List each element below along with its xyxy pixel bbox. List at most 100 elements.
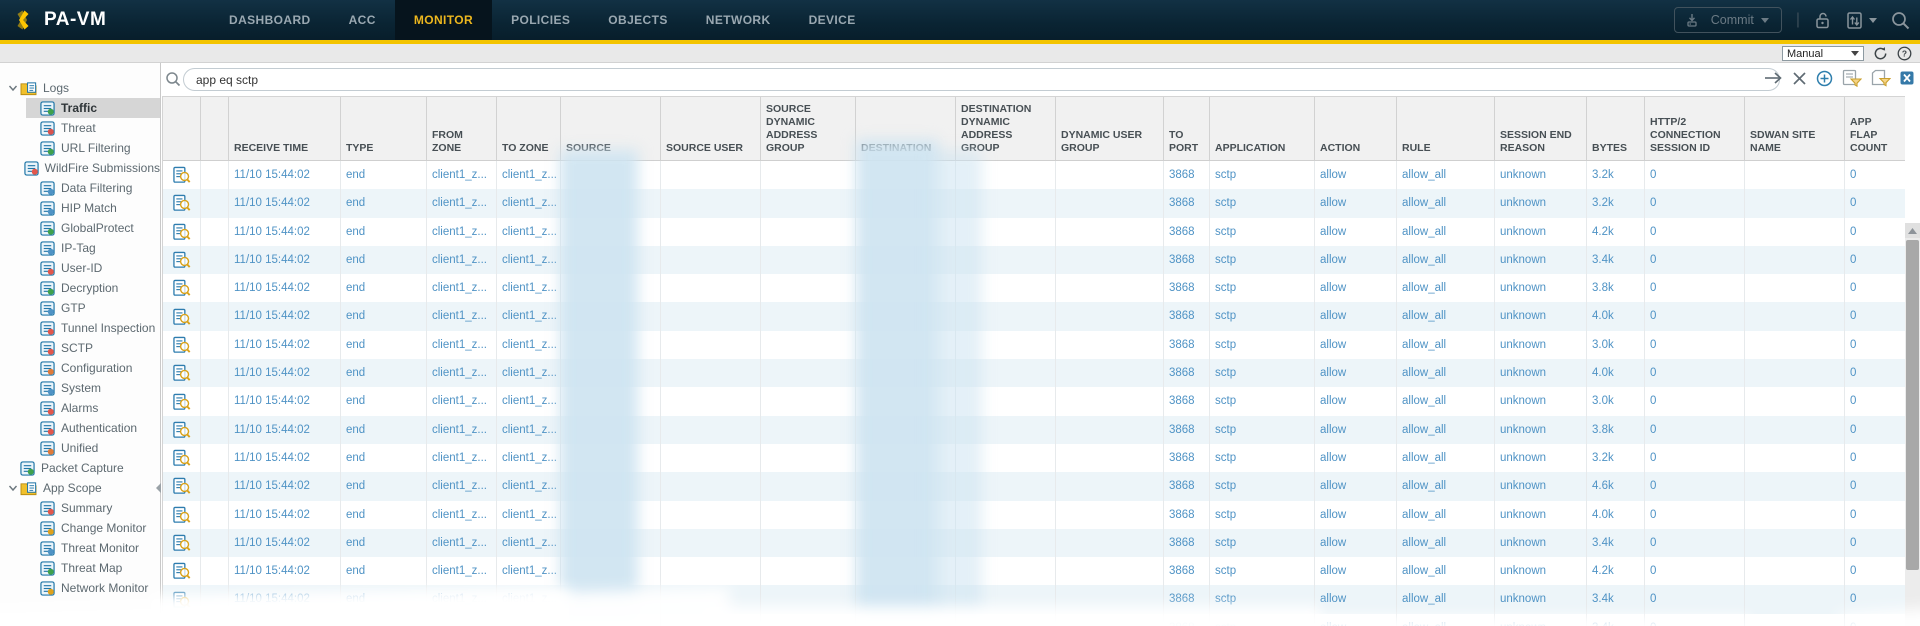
column-header-source-user[interactable]: SOURCE USER — [661, 97, 761, 160]
column-header-action[interactable]: ACTION — [1315, 97, 1397, 160]
column-header-from-zone[interactable]: FROM ZONE — [427, 97, 497, 160]
nav-item-policies[interactable]: POLICIES — [492, 0, 589, 40]
sidebar-item-app-scope[interactable]: App Scope — [0, 478, 160, 498]
log-detail-icon[interactable] — [172, 534, 191, 552]
column-header-source-dag[interactable]: SOURCE DYNAMIC ADDRESS GROUP — [761, 97, 856, 160]
sidebar-item-tunnel-inspection[interactable]: Tunnel Inspection — [0, 318, 160, 338]
log-detail-icon[interactable] — [172, 194, 191, 212]
nav-item-dashboard[interactable]: DASHBOARD — [210, 0, 330, 40]
scroll-up-icon[interactable] — [1905, 223, 1920, 238]
log-detail-icon[interactable] — [172, 308, 191, 326]
sidebar-item-wildfire-submissions[interactable]: WildFire Submissions — [0, 158, 160, 178]
log-detail-icon[interactable] — [172, 336, 191, 354]
log-table-row[interactable]: 11/10 15:44:02endclient1_z...client1_z..… — [163, 359, 1905, 388]
load-filter-icon[interactable] — [1871, 69, 1891, 87]
sidebar-item-globalprotect[interactable]: GlobalProtect — [0, 218, 160, 238]
column-header-flags[interactable] — [201, 97, 229, 160]
refresh-mode-select[interactable]: Manual — [1782, 46, 1864, 61]
sidebar-item-packet-capture[interactable]: Packet Capture — [0, 458, 160, 478]
log-table-row[interactable]: 11/10 15:44:02endclient1_z...client1_z..… — [163, 557, 1905, 586]
column-header-app-flap-count[interactable]: APP FLAP COUNT — [1845, 97, 1905, 160]
log-table-row[interactable]: 11/10 15:44:02endclient1_z...client1_z..… — [163, 330, 1905, 360]
unlock-icon[interactable] — [1814, 11, 1832, 30]
add-filter-icon[interactable] — [1816, 70, 1833, 87]
nav-item-objects[interactable]: OBJECTS — [589, 0, 686, 40]
log-detail-icon[interactable] — [172, 619, 191, 626]
column-header-type[interactable]: TYPE — [341, 97, 427, 160]
log-detail-icon[interactable] — [172, 591, 191, 609]
log-detail-icon[interactable] — [172, 364, 191, 382]
log-table-row[interactable]: 11/10 15:44:02endclient1_z...client1_z..… — [163, 387, 1905, 416]
sidebar-item-data-filtering[interactable]: Data Filtering — [0, 178, 160, 198]
log-detail-icon[interactable] — [172, 421, 191, 439]
log-table-row[interactable]: 11/10 15:44:02endclient1_z...client1_z..… — [163, 217, 1905, 246]
tree-expand-icon[interactable] — [6, 483, 20, 493]
log-table-row[interactable]: 11/10 15:44:02endclient1_z...client1_z..… — [163, 274, 1905, 303]
column-header-dynamic-user-group[interactable]: DYNAMIC USER GROUP — [1056, 97, 1164, 160]
log-detail-icon[interactable] — [172, 393, 191, 411]
sidebar-item-user-id[interactable]: User-ID — [0, 258, 160, 278]
log-detail-icon[interactable] — [172, 562, 191, 580]
vertical-scrollbar[interactable] — [1905, 223, 1920, 626]
sidebar-item-traffic[interactable]: Traffic — [0, 98, 160, 118]
sidebar-item-hip-match[interactable]: HIP Match — [0, 198, 160, 218]
log-detail-icon[interactable] — [172, 166, 191, 184]
log-table-row[interactable]: 11/10 15:44:02endclient1_z...client1_z..… — [163, 161, 1905, 190]
sidebar-item-configuration[interactable]: Configuration — [0, 358, 160, 378]
nav-item-acc[interactable]: ACC — [330, 0, 395, 40]
sidebar-item-summary[interactable]: Summary — [0, 498, 160, 518]
sidebar-item-threat[interactable]: Threat — [0, 118, 160, 138]
log-detail-icon[interactable] — [172, 251, 191, 269]
log-detail-icon[interactable] — [172, 223, 191, 241]
log-detail-icon[interactable] — [172, 477, 191, 495]
log-detail-icon[interactable] — [172, 279, 191, 297]
nav-item-monitor[interactable]: MONITOR — [394, 0, 493, 40]
sidebar-item-alarms[interactable]: Alarms — [0, 398, 160, 418]
task-manager-icon[interactable] — [1846, 11, 1877, 30]
sidebar-item-threat-monitor[interactable]: Threat Monitor — [0, 538, 160, 558]
sidebar-item-threat-map[interactable]: Threat Map — [0, 558, 160, 578]
nav-item-network[interactable]: NETWORK — [687, 0, 790, 40]
sidebar-item-system[interactable]: System — [0, 378, 160, 398]
sidebar-item-gtp[interactable]: GTP — [0, 298, 160, 318]
log-table-row[interactable]: 11/10 15:44:02endclient1_z...client1_z..… — [163, 189, 1905, 218]
log-table-row[interactable]: 11/10 15:44:02endclient1_z...client1_z..… — [163, 528, 1905, 558]
sidebar-item-logs[interactable]: Logs — [0, 78, 160, 98]
export-csv-icon[interactable] — [1900, 71, 1914, 85]
log-table-row[interactable]: 11/10 15:44:02endclient1_z...client1_z..… — [163, 245, 1905, 275]
sidebar-item-sctp[interactable]: SCTP — [0, 338, 160, 358]
column-header-to-zone[interactable]: TO ZONE — [497, 97, 561, 160]
column-header-sdwan-site-name[interactable]: SDWAN SITE NAME — [1745, 97, 1845, 160]
save-filter-icon[interactable] — [1842, 69, 1862, 87]
nav-item-device[interactable]: DEVICE — [790, 0, 875, 40]
scrollbar-thumb[interactable] — [1906, 240, 1919, 570]
global-search-icon[interactable] — [1891, 11, 1910, 30]
apply-filter-icon[interactable] — [1764, 71, 1783, 85]
column-header-rule[interactable]: RULE — [1397, 97, 1495, 160]
log-table-row[interactable]: 11/10 15:44:02endclient1_z...client1_z..… — [163, 585, 1905, 614]
column-header-destination[interactable]: DESTINATION — [856, 97, 956, 160]
sidebar-item-authentication[interactable]: Authentication — [0, 418, 160, 438]
column-header-to-port[interactable]: TO PORT — [1164, 97, 1210, 160]
help-icon[interactable]: ? — [1897, 46, 1912, 61]
clear-filter-icon[interactable] — [1792, 71, 1807, 86]
column-header-destination-dag[interactable]: DESTINATION DYNAMIC ADDRESS GROUP — [956, 97, 1056, 160]
column-header-http2-connection-session-id[interactable]: HTTP/2 CONNECTION SESSION ID — [1645, 97, 1745, 160]
log-table-row[interactable]: 11/10 15:44:02endclient1_z...client1_z..… — [163, 415, 1905, 444]
sidebar-item-unified[interactable]: Unified — [0, 438, 160, 458]
column-header-bytes[interactable]: BYTES — [1587, 97, 1645, 160]
pane-collapse-icon[interactable] — [156, 483, 161, 493]
sidebar-item-network-monitor[interactable]: Network Monitor — [0, 578, 160, 598]
column-header-detail[interactable] — [163, 97, 201, 160]
refresh-icon[interactable] — [1873, 46, 1888, 61]
column-header-receive-time[interactable]: RECEIVE TIME — [229, 97, 341, 160]
log-filter-input[interactable] — [183, 68, 1780, 91]
log-table-row[interactable]: 11/10 15:44:02endclient1_z...client1_z..… — [163, 472, 1905, 501]
commit-button[interactable]: Commit — [1673, 7, 1782, 33]
log-table-row[interactable]: 11/10 15:44:02endclient1_z...client1_z..… — [163, 500, 1905, 529]
tree-expand-icon[interactable] — [6, 83, 20, 93]
sidebar-item-url-filtering[interactable]: URL Filtering — [0, 138, 160, 158]
log-table-row[interactable]: 11/10 15:44:02endclient1_z...client1_z..… — [163, 302, 1905, 331]
log-detail-icon[interactable] — [172, 449, 191, 467]
column-header-application[interactable]: APPLICATION — [1210, 97, 1315, 160]
